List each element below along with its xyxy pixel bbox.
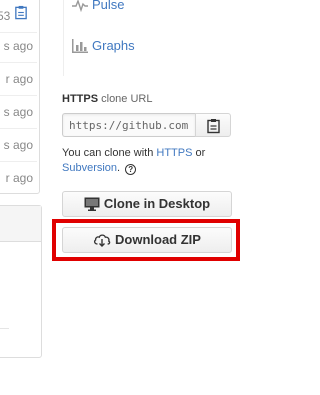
nav-item-label: Pulse <box>92 0 125 12</box>
question-icon[interactable]: ? <box>125 164 137 175</box>
clone-in-desktop-label: Clone in Desktop <box>103 196 211 211</box>
help-or: or <box>195 147 206 159</box>
desktop-icon <box>84 197 100 211</box>
panel-header <box>0 206 41 242</box>
highlight-annotation <box>52 219 240 261</box>
clone-label-suffix: clone URL <box>101 93 153 105</box>
clone-protocol: HTTPS <box>62 93 99 105</box>
file-list-panel: 53 s ago r ago s ago s ago r ago <box>0 0 40 194</box>
graph-icon <box>72 39 88 53</box>
nav-rail <box>63 0 64 76</box>
list-item: s ago <box>0 29 37 63</box>
clone-url-label: HTTPS clone URL <box>62 93 152 105</box>
clone-url-input[interactable] <box>62 113 195 137</box>
timestamp: s ago <box>3 138 33 152</box>
list-item: s ago <box>0 128 37 162</box>
clipboard-icon[interactable] <box>14 5 28 20</box>
readme-panel <box>0 205 42 358</box>
subversion-link[interactable]: Subversion <box>62 162 117 174</box>
pulse-icon <box>72 0 88 12</box>
clipboard-icon <box>207 119 220 134</box>
list-item: s ago <box>0 95 37 129</box>
clone-in-desktop-button[interactable]: Clone in Desktop <box>62 191 232 217</box>
copy-url-button[interactable] <box>195 113 231 137</box>
list-item: r ago <box>0 161 37 195</box>
timestamp: r ago <box>5 72 33 86</box>
divider <box>0 328 9 329</box>
clone-help-text: You can clone with HTTPS or Subversion. … <box>62 146 242 176</box>
timestamp: s ago <box>3 105 33 119</box>
nav-item-label: Graphs <box>92 38 135 53</box>
help-prefix: You can clone with <box>62 147 154 159</box>
list-item: r ago <box>0 62 37 96</box>
timestamp: r ago <box>5 171 33 185</box>
help-period: . <box>117 162 121 174</box>
https-link[interactable]: HTTPS <box>156 147 192 159</box>
timestamp: s ago <box>3 39 33 53</box>
